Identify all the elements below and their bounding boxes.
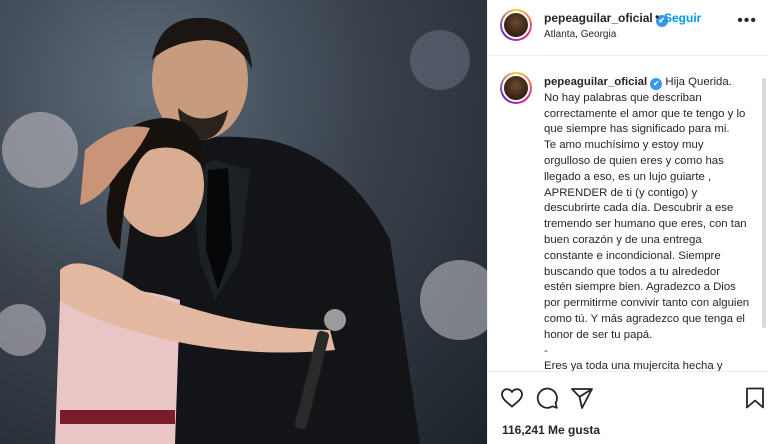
heart-icon[interactable] [500, 386, 524, 410]
caption-line-2: No hay palabras que describan correctame… [544, 91, 746, 136]
more-options-icon[interactable]: ••• [737, 12, 757, 30]
comment-icon[interactable] [535, 386, 559, 410]
verified-badge-icon: ✔ [650, 78, 663, 90]
photo-illustration [0, 17, 487, 444]
post-side-panel: pepeaguilar_oficial ✔ • Seguir Atlanta, G… [487, 0, 768, 444]
header-separator: • [655, 10, 660, 24]
author-avatar[interactable] [500, 9, 532, 41]
post-caption: pepeaguilar_oficial ✔ Hija Querida. No ha… [488, 56, 768, 372]
scrollbar-thumb[interactable] [762, 78, 766, 328]
post-header: pepeaguilar_oficial ✔ • Seguir Atlanta, G… [488, 0, 768, 56]
share-icon[interactable] [570, 386, 594, 410]
post-actions [488, 372, 768, 422]
post-photo[interactable] [0, 0, 487, 444]
caption-line-5: Eres ya toda una mujercita hecha y derec… [544, 360, 723, 372]
bookmark-icon[interactable] [743, 386, 767, 410]
author-username[interactable]: pepeaguilar_oficial ✔ [544, 11, 668, 27]
caption-text: pepeaguilar_oficial ✔ Hija Querida. No ha… [544, 75, 750, 372]
author-username-text[interactable]: pepeaguilar_oficial [544, 11, 653, 25]
post-location[interactable]: Atlanta, Georgia [544, 29, 616, 40]
caption-scrollbar[interactable] [762, 58, 766, 358]
likes-count[interactable]: 116,241 Me gusta [502, 423, 600, 437]
follow-button[interactable]: Seguir [664, 11, 701, 25]
caption-username[interactable]: pepeaguilar_oficial [544, 76, 647, 88]
caption-line-4: - [544, 344, 548, 357]
caption-author-avatar[interactable] [500, 72, 532, 104]
caption-line-3: Te amo muchísimo y estoy muy orgulloso d… [544, 139, 750, 341]
caption-line-1: Hija Querida. [665, 76, 732, 88]
